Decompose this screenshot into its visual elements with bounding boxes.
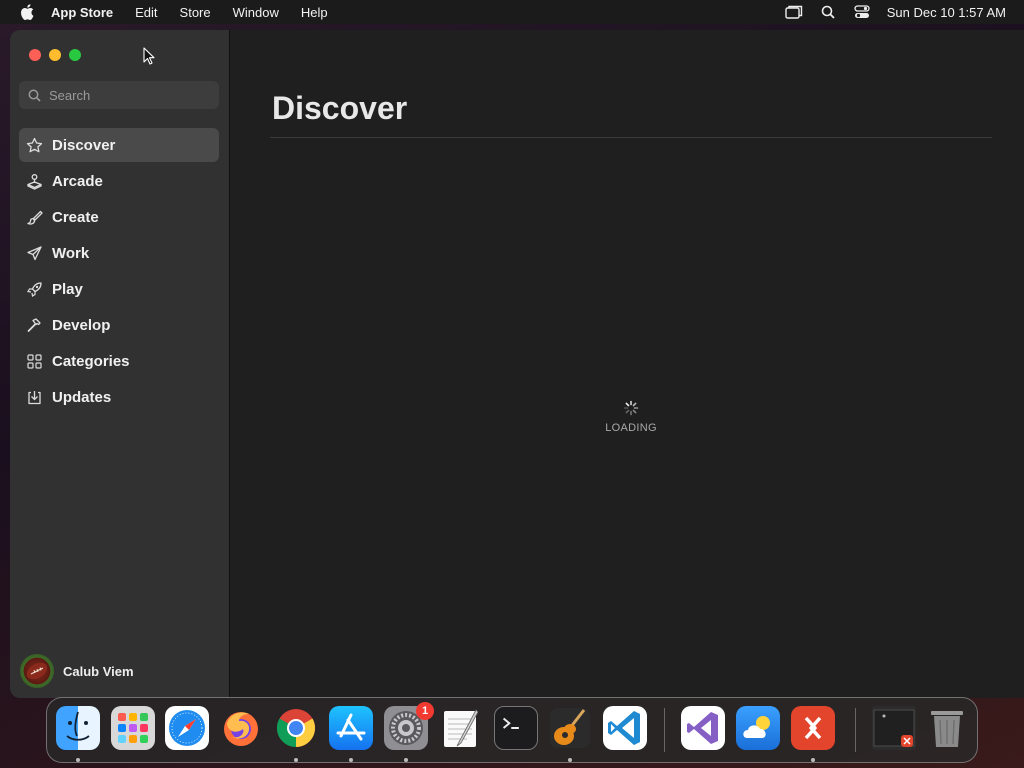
guitar-icon (548, 706, 592, 750)
spinner-icon (623, 400, 639, 416)
menu-store[interactable]: Store (180, 5, 211, 20)
search-input[interactable] (49, 87, 209, 103)
sidebar-item-label: Discover (52, 136, 116, 154)
dock-firefox[interactable] (219, 706, 263, 750)
sidebar-item-create[interactable]: Create (19, 200, 219, 234)
close-button[interactable] (29, 49, 41, 61)
dock-trash[interactable] (925, 706, 969, 750)
window-thumbnail-icon (872, 706, 916, 750)
zoom-button[interactable] (69, 49, 81, 61)
sidebar-item-develop[interactable]: Develop (19, 308, 219, 342)
menu-help[interactable]: Help (301, 5, 328, 20)
loading-indicator: LOADING (591, 400, 671, 434)
visual-studio-icon (681, 706, 725, 750)
menubar-clock[interactable]: Sun Dec 10 1:57 AM (887, 5, 1006, 20)
dock-separator (855, 708, 856, 752)
sidebar: Discover Arcade Create Work (10, 30, 230, 698)
paper-plane-icon (26, 245, 43, 262)
apple-menu-icon[interactable] (17, 2, 37, 22)
sidebar-item-label: Develop (52, 316, 111, 334)
dock-system-settings[interactable]: 1 (384, 702, 434, 750)
sidebar-item-work[interactable]: Work (19, 236, 219, 270)
account-name: Calub Viem (63, 663, 134, 679)
title-divider (270, 137, 992, 138)
dock-safari[interactable] (165, 706, 209, 750)
sidebar-item-label: Create (52, 208, 99, 226)
notification-badge: 1 (416, 702, 434, 720)
rocket-icon (26, 281, 43, 298)
dock-terminal[interactable] (494, 706, 538, 750)
running-indicator (404, 758, 408, 762)
app-store-icon (329, 706, 373, 750)
dock-garageband[interactable] (548, 706, 592, 750)
grid-icon (26, 353, 43, 370)
dock-separator (664, 708, 665, 752)
remote-desktop-icon (791, 706, 835, 750)
sidebar-item-label: Updates (52, 388, 112, 406)
account-button[interactable]: Calub Viem (20, 654, 134, 688)
running-indicator (811, 758, 815, 762)
dock-vscode[interactable] (603, 706, 647, 750)
running-indicator (349, 758, 353, 762)
dock: 1 (46, 697, 978, 763)
launchpad-icon (111, 706, 155, 750)
sidebar-item-updates[interactable]: Updates (19, 380, 219, 414)
running-indicator (568, 758, 572, 762)
search-icon (28, 89, 41, 102)
minimize-button[interactable] (49, 49, 61, 61)
weather-icon (736, 706, 780, 750)
mouse-pointer-icon (143, 47, 155, 65)
spotlight-search-icon[interactable] (819, 4, 837, 20)
dock-remote-desktop[interactable] (791, 706, 835, 750)
dock-textedit[interactable] (439, 706, 483, 750)
joystick-icon (26, 173, 43, 190)
brush-icon (26, 209, 43, 226)
terminal-icon (494, 706, 538, 750)
dock-chrome[interactable] (274, 706, 318, 750)
finder-icon (56, 706, 100, 750)
sidebar-item-label: Play (52, 280, 83, 298)
hammer-icon (26, 317, 43, 334)
window-controls (29, 49, 81, 61)
dock-minimized-window[interactable] (872, 706, 916, 750)
page-title: Discover (272, 90, 408, 126)
textedit-icon (439, 706, 483, 750)
safari-icon (165, 706, 209, 750)
main-content: Discover LOADING (230, 30, 1024, 698)
control-center-icon[interactable] (853, 4, 871, 20)
sidebar-item-categories[interactable]: Categories (19, 344, 219, 378)
sidebar-item-play[interactable]: Play (19, 272, 219, 306)
running-indicator (294, 758, 298, 762)
search-field[interactable] (19, 81, 219, 109)
dock-app-store[interactable] (329, 706, 373, 750)
sidebar-item-label: Arcade (52, 172, 103, 190)
dock-launchpad[interactable] (111, 706, 155, 750)
firefox-icon (219, 706, 263, 750)
sidebar-item-label: Work (52, 244, 90, 262)
sidebar-nav: Discover Arcade Create Work Play Develop… (19, 128, 219, 416)
download-icon (26, 389, 43, 406)
sidebar-item-discover[interactable]: Discover (19, 128, 219, 162)
vscode-icon (603, 706, 647, 750)
loading-label: LOADING (605, 422, 657, 434)
menu-edit[interactable]: Edit (135, 5, 157, 20)
star-icon (26, 137, 43, 154)
menu-window[interactable]: Window (233, 5, 279, 20)
app-store-window: Discover Arcade Create Work (10, 30, 1024, 698)
menu-bar: App Store Edit Store Window Help Sun Dec… (0, 0, 1024, 24)
avatar (20, 654, 54, 688)
menu-app-name[interactable]: App Store (51, 5, 113, 20)
dock-weather[interactable] (736, 706, 780, 750)
chrome-icon (274, 706, 318, 750)
screen-mirroring-icon[interactable] (785, 4, 803, 20)
trash-icon (925, 706, 969, 750)
dock-finder[interactable] (56, 706, 100, 750)
sidebar-item-label: Categories (52, 352, 130, 370)
sidebar-item-arcade[interactable]: Arcade (19, 164, 219, 198)
running-indicator (76, 758, 80, 762)
dock-visual-studio[interactable] (681, 706, 725, 750)
